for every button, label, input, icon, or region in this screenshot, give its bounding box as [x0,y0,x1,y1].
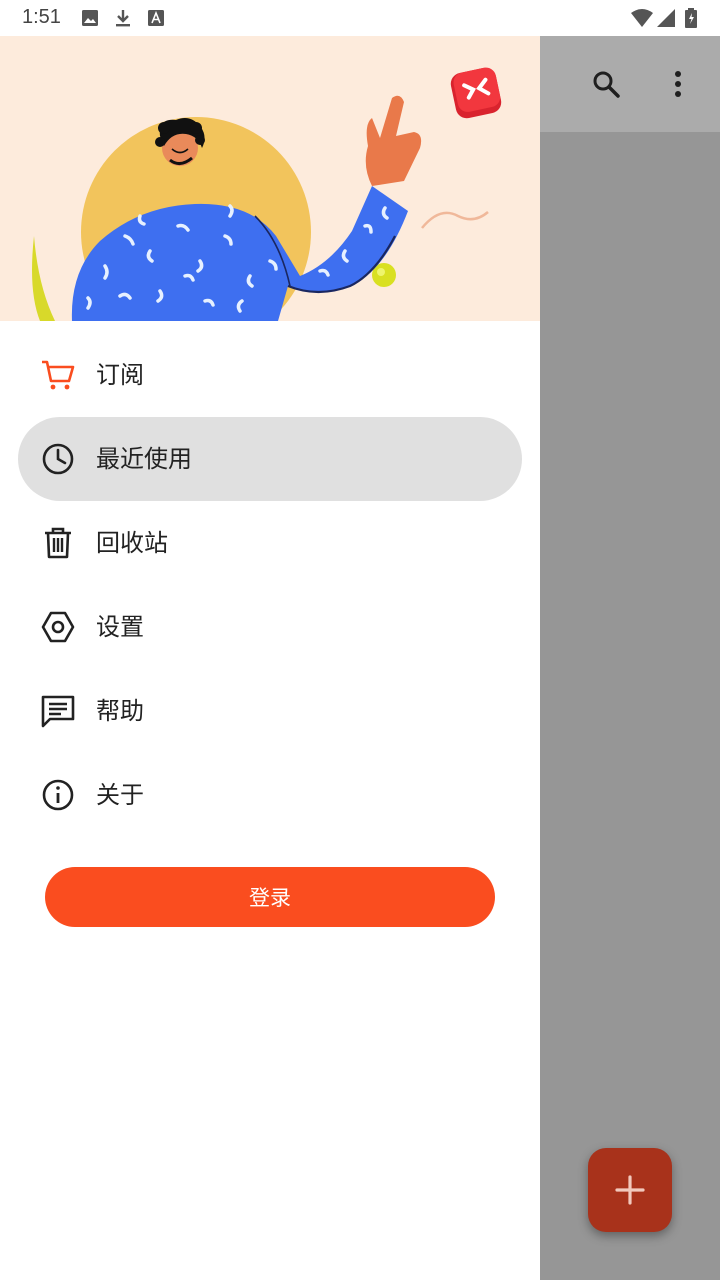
menu-item-settings[interactable]: 设置 [18,585,522,669]
scrim-overlay[interactable] [540,36,720,1280]
status-bar: 1:51 [0,0,720,36]
menu-item-label: 帮助 [96,697,144,725]
add-fab-button[interactable] [588,1148,672,1232]
wifi-icon [631,9,653,27]
clock-icon [42,443,74,475]
navigation-drawer: 订阅 最近使用 回收站 设置 帮助 关于 登录 [0,36,540,1280]
menu-item-recent[interactable]: 最近使用 [18,417,522,501]
login-button[interactable]: 登录 [45,867,495,927]
menu-item-label: 回收站 [96,529,168,557]
app-toolbar [540,36,720,132]
drawer-header-illustration [0,36,540,321]
trash-icon [45,527,71,559]
menu-item-about[interactable]: 关于 [18,753,522,837]
download-icon [116,10,130,27]
menu-item-label: 最近使用 [96,445,192,473]
image-icon [82,10,98,26]
search-icon [593,71,620,98]
search-button[interactable] [582,60,630,108]
cart-icon [42,360,75,390]
text-icon [148,10,164,26]
menu-item-label: 订阅 [96,361,144,389]
more-options-button[interactable] [654,60,702,108]
menu-item-trash[interactable]: 回收站 [18,501,522,585]
hexagon-settings-icon [41,611,75,643]
person-illustration [32,67,502,321]
signal-icon [657,9,675,27]
plus-icon [615,1175,645,1205]
help-chat-icon [41,695,75,728]
battery-icon [685,8,697,28]
menu-item-help[interactable]: 帮助 [18,669,522,753]
status-time: 1:51 [22,6,61,28]
info-icon [42,779,74,811]
menu-item-label: 关于 [96,781,144,809]
more-vert-icon [675,71,681,97]
menu-item-label: 设置 [96,613,144,641]
menu-item-subscribe[interactable]: 订阅 [18,333,522,417]
